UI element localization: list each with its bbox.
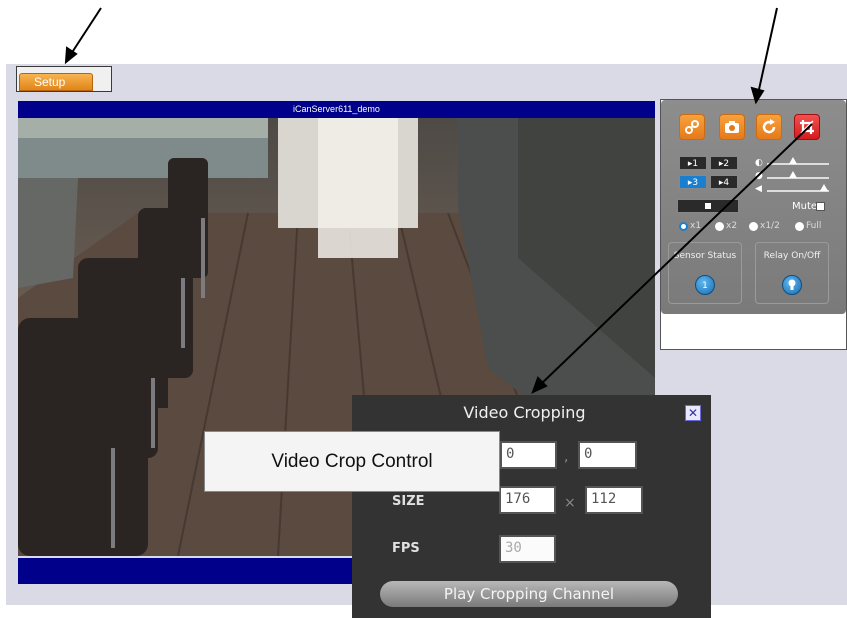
arrow-to-setup <box>70 7 102 55</box>
channel-3-button[interactable]: ▸3 <box>679 175 707 189</box>
contrast-slider[interactable] <box>767 177 829 179</box>
sensor-status-box: Sensor Status 1 <box>668 242 742 304</box>
contrast-slider-knob[interactable] <box>789 171 797 178</box>
zoom-half-label: x1/2 <box>760 221 780 231</box>
play-cropping-channel-button[interactable]: Play Cropping Channel <box>380 581 678 607</box>
zoom-x2-label: x2 <box>726 221 738 231</box>
crop-icon[interactable] <box>794 114 820 140</box>
link-icon[interactable] <box>679 114 705 140</box>
zoom-x1-radio[interactable] <box>679 222 688 231</box>
camera-control-panel: ▸1 ▸2 ▸3 ▸4 ◐ ● ◀ Mute x1 x2 x1/2 Full S… <box>661 100 846 314</box>
volume-icon: ◀ <box>755 184 762 194</box>
zoom-x2-radio[interactable] <box>715 222 724 231</box>
fps-label: FPS <box>392 541 420 556</box>
relay-box: Relay On/Off <box>755 242 829 304</box>
close-icon[interactable]: ✕ <box>685 405 701 421</box>
contrast-icon: ● <box>755 171 763 181</box>
zoom-full-radio[interactable] <box>795 222 804 231</box>
video-crop-control-callout: Video Crop Control <box>204 431 500 492</box>
crop-width-input[interactable]: 176 <box>499 486 556 514</box>
zoom-x1-label: x1 <box>690 221 702 231</box>
mute-checkbox[interactable] <box>816 202 825 211</box>
offset-x-input[interactable]: 0 <box>500 441 557 469</box>
stop-icon <box>705 203 711 209</box>
channel-1-button[interactable]: ▸1 <box>679 156 707 170</box>
zoom-full-label: Full <box>806 221 822 231</box>
offset-y-input[interactable]: 0 <box>578 441 637 469</box>
setup-tab[interactable]: Setup <box>19 73 93 91</box>
channel-2-button[interactable]: ▸2 <box>710 156 738 170</box>
sensor-status-indicator[interactable]: 1 <box>695 275 715 295</box>
video-cropping-dialog: Video Cropping ✕ 0 , 0 SIZE 176 × 112 FP… <box>352 395 711 618</box>
video-title-bar: iCanServer611_demo <box>18 101 655 118</box>
sensor-status-label: Sensor Status <box>673 251 737 261</box>
brightness-slider[interactable] <box>767 163 829 165</box>
volume-slider-knob[interactable] <box>820 184 828 191</box>
crop-height-input[interactable]: 112 <box>585 486 643 514</box>
crop-dialog-title: Video Cropping <box>463 403 586 422</box>
fps-input[interactable]: 30 <box>499 535 556 563</box>
brightness-slider-knob[interactable] <box>789 157 797 164</box>
zoom-half-radio[interactable] <box>749 222 758 231</box>
channel-4-button[interactable]: ▸4 <box>710 175 738 189</box>
camera-icon[interactable] <box>719 114 745 140</box>
size-separator: × <box>564 495 576 511</box>
offset-separator: , <box>564 449 569 465</box>
arrow-head-setup <box>64 46 78 65</box>
brightness-icon: ◐ <box>755 158 763 168</box>
mute-label: Mute <box>792 201 818 212</box>
stop-button[interactable] <box>677 199 739 213</box>
refresh-icon[interactable] <box>756 114 782 140</box>
relay-label: Relay On/Off <box>763 251 821 261</box>
size-label: SIZE <box>392 494 425 509</box>
bulb-icon <box>788 279 796 290</box>
relay-toggle-button[interactable] <box>782 275 802 295</box>
